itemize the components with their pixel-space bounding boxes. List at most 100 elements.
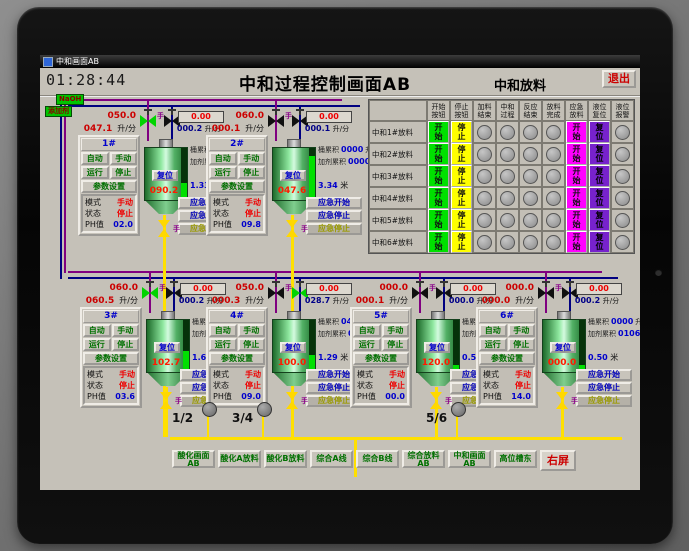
level-reset-button[interactable]: 复位 — [589, 143, 610, 165]
stop-button[interactable]: 停止 — [237, 166, 265, 179]
exit-button[interactable]: 退出 — [602, 70, 636, 88]
auto-button[interactable]: 自动 — [479, 324, 507, 337]
inlet-valve-1[interactable] — [268, 281, 284, 299]
nav-button-6[interactable]: 综合放料AB — [402, 450, 445, 468]
start-button[interactable]: 开始 — [428, 209, 449, 231]
tank-reset-button[interactable]: 复位 — [280, 170, 306, 181]
level-reset-button[interactable]: 复位 — [589, 121, 610, 143]
nav-button-7[interactable]: 中和画面AB — [448, 450, 491, 468]
inlet-valve-1[interactable] — [268, 109, 284, 127]
level-reset-button[interactable]: 复位 — [589, 231, 610, 253]
stop-button[interactable]: 停止 — [507, 338, 535, 351]
level-readout: 3.34 米 — [318, 180, 348, 191]
run-button[interactable]: 运行 — [81, 166, 109, 179]
nav-button-1[interactable]: 酸化画面AB — [172, 450, 215, 468]
emergency-stop-button[interactable]: 应急停止 — [306, 210, 362, 222]
stop-button[interactable]: 停止 — [451, 165, 472, 187]
tank-reset-button[interactable]: 复位 — [154, 342, 180, 353]
emergency-discharge-button[interactable]: 开始 — [566, 187, 587, 209]
auto-button[interactable]: 自动 — [209, 324, 237, 337]
manual-button[interactable]: 手动 — [507, 324, 535, 337]
run-button[interactable]: 运行 — [479, 338, 507, 351]
params-button[interactable]: 参数设置 — [209, 180, 265, 193]
emergency-start-button[interactable]: 应急开始 — [576, 369, 632, 381]
stop-button[interactable]: 停止 — [109, 166, 137, 179]
emergency-discharge-button[interactable]: 开始 — [566, 165, 587, 187]
nav-button-3[interactable]: 酸化B放料 — [264, 450, 307, 468]
params-button[interactable]: 参数设置 — [83, 352, 139, 365]
tank-reset-button[interactable]: 复位 — [550, 342, 576, 353]
pipe — [64, 99, 66, 273]
discharge-done-indicator — [546, 212, 561, 228]
tank-reset-button[interactable]: 复位 — [152, 170, 178, 181]
discharge-valve[interactable] — [286, 220, 298, 237]
discharge-valve[interactable] — [430, 392, 442, 409]
start-button[interactable]: 开始 — [428, 187, 449, 209]
stop-button[interactable]: 停止 — [451, 209, 472, 231]
nav-button-4[interactable]: 综合A线 — [310, 450, 353, 468]
run-button[interactable]: 运行 — [209, 338, 237, 351]
params-button[interactable]: 参数设置 — [353, 352, 409, 365]
emergency-discharge-button[interactable]: 开始 — [566, 121, 587, 143]
params-button[interactable]: 参数设置 — [209, 352, 265, 365]
right-screen-button[interactable]: 右屏 — [540, 450, 576, 471]
run-button[interactable]: 运行 — [83, 338, 111, 351]
run-button[interactable]: 运行 — [353, 338, 381, 351]
emergency-start-button[interactable]: 应急开始 — [306, 197, 362, 209]
auto-button[interactable]: 自动 — [209, 152, 237, 165]
auto-button[interactable]: 自动 — [353, 324, 381, 337]
tank-reset-button[interactable]: 复位 — [424, 342, 450, 353]
stop-button[interactable]: 停止 — [451, 143, 472, 165]
discharge-valve[interactable] — [160, 392, 172, 409]
dosing-flow-value: 000.2 — [574, 296, 601, 305]
emergency-discharge-button[interactable]: 开始 — [566, 231, 587, 253]
mode-value: 手动 — [245, 198, 261, 207]
window-titlebar[interactable]: 中和画面AB — [40, 55, 640, 68]
discharge-valve[interactable] — [556, 392, 568, 409]
tank-reset-button[interactable]: 复位 — [280, 342, 306, 353]
manual-button[interactable]: 手动 — [111, 324, 139, 337]
unit-name: 2# — [209, 138, 265, 151]
manual-button[interactable]: 手动 — [237, 152, 265, 165]
params-button[interactable]: 参数设置 — [479, 352, 535, 365]
auto-button[interactable]: 自动 — [83, 324, 111, 337]
discharge-valve[interactable] — [158, 220, 170, 237]
level-reset-button[interactable]: 复位 — [589, 209, 610, 231]
stop-button[interactable]: 停止 — [451, 121, 472, 143]
start-button[interactable]: 开始 — [428, 231, 449, 253]
stop-button[interactable]: 停止 — [237, 338, 265, 351]
reaction-done-indicator — [523, 234, 538, 250]
level-reset-button[interactable]: 复位 — [589, 165, 610, 187]
stop-button[interactable]: 停止 — [381, 338, 409, 351]
stop-button[interactable]: 停止 — [111, 338, 139, 351]
manual-button[interactable]: 手动 — [381, 324, 409, 337]
start-button[interactable]: 开始 — [428, 143, 449, 165]
inlet-valve-1[interactable] — [140, 109, 156, 127]
manual-button[interactable]: 手动 — [109, 152, 137, 165]
nav-button-5[interactable]: 综合B线 — [356, 450, 399, 468]
pipe — [68, 99, 342, 101]
emergency-stop-disabled-button[interactable]: 应急停止 — [306, 223, 362, 235]
inlet-valve-1[interactable] — [412, 281, 428, 299]
inlet-valve-1[interactable] — [538, 281, 554, 299]
emergency-discharge-button[interactable]: 开始 — [566, 143, 587, 165]
manual-button[interactable]: 手动 — [237, 324, 265, 337]
start-button[interactable]: 开始 — [428, 165, 449, 187]
emergency-stop-button[interactable]: 应急停止 — [576, 382, 632, 394]
emergency-stop-disabled-button[interactable]: 应急停止 — [576, 395, 632, 407]
stop-button[interactable]: 停止 — [451, 187, 472, 209]
neutralize-process-indicator — [500, 190, 515, 206]
tank-volume-value: 102.7 — [151, 358, 181, 368]
params-button[interactable]: 参数设置 — [81, 180, 137, 193]
discharge-valve[interactable] — [286, 392, 298, 409]
auto-button[interactable]: 自动 — [81, 152, 109, 165]
stop-button[interactable]: 停止 — [451, 231, 472, 253]
emergency-discharge-button[interactable]: 开始 — [566, 209, 587, 231]
pipe — [207, 415, 209, 437]
nav-button-2[interactable]: 酸化A放料 — [218, 450, 261, 468]
level-reset-button[interactable]: 复位 — [589, 187, 610, 209]
inlet-valve-1[interactable] — [142, 281, 158, 299]
nav-button-8[interactable]: 高位槽东 — [494, 450, 537, 468]
start-button[interactable]: 开始 — [428, 121, 449, 143]
run-button[interactable]: 运行 — [209, 166, 237, 179]
